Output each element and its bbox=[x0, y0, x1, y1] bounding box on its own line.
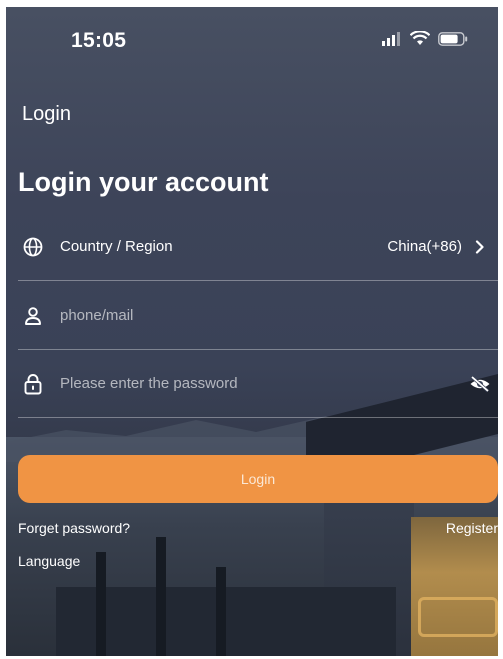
account-row bbox=[18, 282, 498, 350]
language-link[interactable]: Language bbox=[18, 553, 80, 569]
background-lit-frame bbox=[418, 597, 498, 637]
background-deck bbox=[56, 587, 396, 656]
user-icon bbox=[22, 305, 44, 327]
login-button[interactable]: Login bbox=[18, 455, 498, 503]
globe-icon bbox=[22, 236, 44, 258]
signal-icon bbox=[382, 31, 400, 46]
password-input[interactable] bbox=[60, 375, 468, 392]
country-region-value: China(+86) bbox=[387, 238, 462, 255]
background-post bbox=[156, 537, 166, 656]
country-region-selector[interactable]: Country / Region China(+86) bbox=[18, 213, 498, 281]
lock-icon bbox=[22, 373, 44, 395]
register-link[interactable]: Register bbox=[446, 520, 498, 536]
forget-password-link[interactable]: Forget password? bbox=[18, 520, 130, 536]
battery-icon bbox=[438, 31, 468, 46]
login-screen: 15:05 Login Login your account Country /… bbox=[6, 7, 498, 656]
wifi-icon bbox=[410, 31, 430, 45]
background-post bbox=[216, 567, 226, 656]
page-title: Login your account bbox=[18, 167, 269, 197]
phone-mail-input[interactable] bbox=[60, 307, 498, 324]
password-row bbox=[18, 350, 498, 418]
eye-off-icon[interactable] bbox=[468, 372, 492, 396]
chevron-right-icon bbox=[468, 235, 492, 259]
status-icons bbox=[382, 31, 468, 46]
status-time: 15:05 bbox=[71, 29, 127, 52]
nav-title: Login bbox=[22, 103, 71, 125]
country-region-label: Country / Region bbox=[60, 238, 173, 255]
background-post bbox=[96, 552, 106, 656]
